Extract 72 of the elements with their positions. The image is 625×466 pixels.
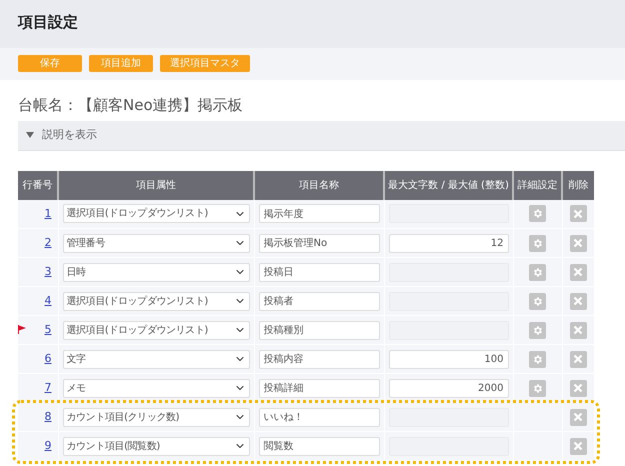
settings-button[interactable] [529, 322, 546, 338]
column-header: 行番号 [18, 170, 58, 200]
item-name-field[interactable]: 掲示年度 [258, 204, 380, 224]
close-button[interactable] [570, 264, 586, 280]
max-value-field[interactable]: 12 [388, 234, 508, 252]
attribute-select[interactable]: メモ [62, 378, 250, 398]
row-number-link[interactable]: 5 [44, 322, 52, 336]
column-header: 詳細設定 [513, 170, 562, 200]
item-name-field[interactable]: 投稿者 [258, 292, 380, 310]
max-value-field[interactable]: 100 [388, 350, 508, 368]
row-number-link[interactable]: 3 [44, 264, 52, 278]
close-button[interactable] [570, 408, 586, 426]
close-icon [573, 267, 583, 277]
item-name-field[interactable]: 投稿種別 [258, 320, 380, 340]
attribute-select[interactable]: 日時 [62, 262, 250, 282]
gear-icon [532, 324, 543, 336]
close-button[interactable] [570, 350, 586, 368]
close-button[interactable] [570, 322, 586, 338]
item-name-field[interactable]: 投稿詳細 [258, 378, 380, 398]
page-title: 項目設定 [18, 13, 79, 31]
settings-button[interactable] [529, 205, 546, 222]
max-value-field[interactable]: 2000 [388, 378, 508, 398]
settings-button[interactable] [529, 380, 546, 396]
close-button[interactable] [570, 234, 586, 252]
settings-button[interactable] [529, 292, 546, 310]
row-number-link[interactable]: 8 [44, 410, 52, 423]
gear-icon [532, 266, 543, 278]
close-icon [573, 441, 583, 451]
attribute-select[interactable]: カウント項目(クリック数) [62, 408, 250, 426]
item-name-field[interactable]: 掲示板管理No [258, 234, 380, 252]
ledger-name: 台帳名：【顧客Neo連携】掲示板 [18, 95, 244, 116]
attribute-select[interactable]: カウント項目(閲覧数) [62, 436, 250, 456]
column-header: 最大文字数 / 最大値 (整数) [384, 170, 513, 200]
close-button[interactable] [570, 380, 586, 396]
close-button[interactable] [570, 205, 586, 222]
gear-icon [532, 354, 543, 364]
item-name-field[interactable]: 投稿日 [258, 262, 380, 282]
column-header: 削除 [562, 170, 594, 200]
caret-down-icon [26, 132, 34, 138]
settings-button[interactable] [529, 264, 546, 280]
close-icon [573, 412, 583, 422]
close-icon [573, 238, 583, 248]
row-number-link[interactable]: 7 [44, 380, 52, 394]
attribute-select[interactable]: 選択項目(ドロップダウンリスト) [62, 292, 250, 310]
item-name-field[interactable]: いいね！ [258, 408, 380, 426]
settings-button[interactable] [529, 234, 546, 252]
close-icon [573, 383, 583, 393]
attribute-select[interactable]: 選択項目(ドロップダウンリスト) [62, 320, 250, 340]
row-number-link[interactable]: 2 [44, 236, 52, 249]
gear-icon [532, 238, 543, 248]
settings-button[interactable] [529, 350, 546, 368]
row-number-link[interactable]: 1 [44, 206, 52, 220]
close-icon [573, 354, 583, 364]
description-toggle[interactable]: 説明を表示 [18, 120, 625, 150]
item-name-field[interactable]: 閲覧数 [258, 436, 380, 456]
close-icon [573, 325, 583, 335]
attribute-select[interactable]: 文字 [62, 350, 250, 368]
column-header: 項目属性 [58, 170, 254, 200]
close-button[interactable] [570, 438, 586, 454]
gear-icon [532, 208, 543, 220]
item-name-field[interactable]: 投稿内容 [258, 350, 380, 368]
close-button[interactable] [570, 292, 586, 310]
gear-icon [532, 296, 543, 306]
attribute-select[interactable]: 選択項目(ドロップダウンリスト) [62, 204, 250, 224]
close-icon [573, 296, 583, 306]
gear-icon [532, 382, 543, 394]
row-number-link[interactable]: 9 [44, 438, 52, 452]
row-number-link[interactable]: 4 [44, 294, 52, 307]
attribute-select[interactable]: 管理番号 [62, 234, 250, 252]
close-icon [573, 208, 583, 219]
row-number-link[interactable]: 6 [44, 352, 52, 365]
column-header: 項目名称 [254, 170, 384, 200]
